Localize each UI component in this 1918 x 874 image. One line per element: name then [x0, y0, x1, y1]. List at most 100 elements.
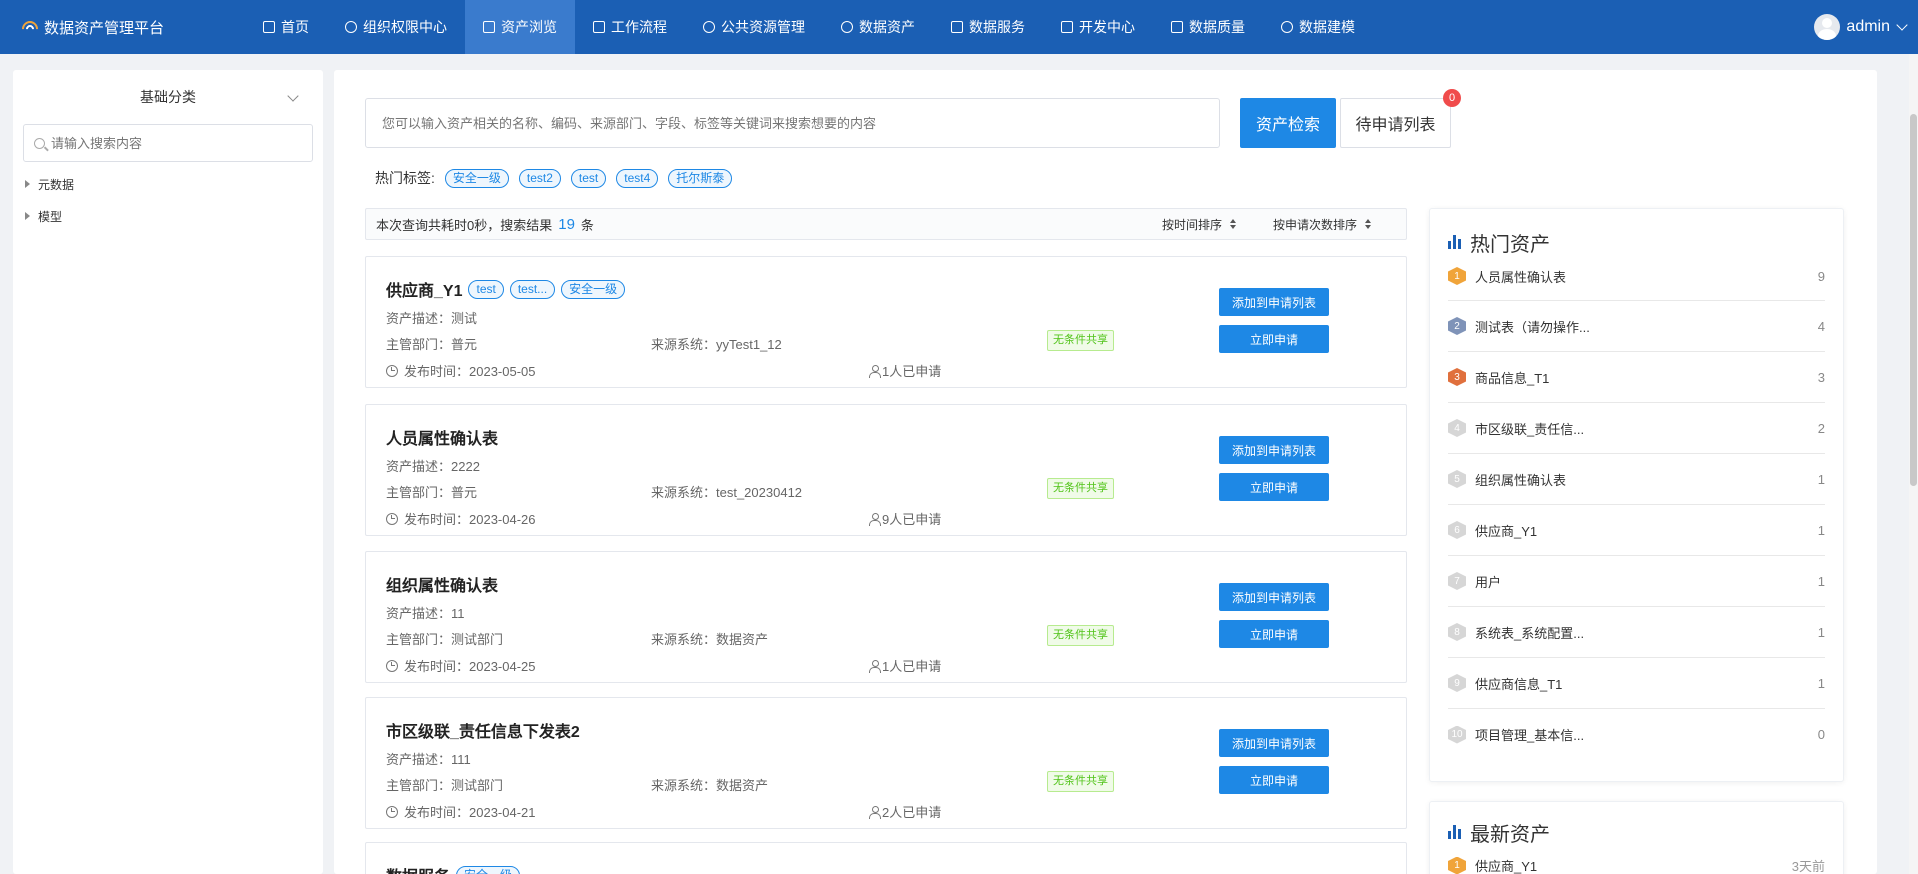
asset-title-row: 市区级联_责任信息下发表2 — [386, 718, 580, 742]
hot-tag[interactable]: 安全一级 — [444, 168, 509, 188]
hot-asset-item[interactable]: 4 市区级联_责任信... 2 — [1448, 403, 1825, 454]
tree-node-metadata[interactable]: 元数据 — [23, 168, 313, 200]
user-name: admin — [1846, 18, 1890, 35]
rank-badge: 10 — [1448, 725, 1466, 744]
new-asset-item[interactable]: 1 供应商_Y1 3天前 — [1448, 856, 1825, 874]
applied-text: 2人已申请 — [882, 805, 942, 820]
scrollbar-thumb[interactable] — [1910, 114, 1917, 486]
asset-publish-date: 发布时间：2023-04-25 — [386, 656, 536, 675]
document-icon — [263, 21, 275, 33]
category-dropdown[interactable]: 基础分类 — [23, 70, 313, 124]
chart-icon — [1171, 21, 1183, 33]
hot-tag[interactable]: test4 — [616, 168, 659, 188]
hot-asset-item[interactable]: 5 组织属性确认表 1 — [1448, 454, 1825, 505]
clock-icon — [386, 659, 398, 672]
category-search-input[interactable] — [51, 135, 291, 151]
caret-right-icon[interactable] — [25, 180, 30, 188]
share-type-badge: 无条件共享 — [1047, 771, 1114, 792]
add-to-apply-list-button[interactable]: 添加到申请列表 — [1219, 729, 1329, 757]
hot-asset-count: 1 — [1817, 522, 1825, 538]
bar-chart-icon — [1448, 235, 1462, 249]
caret-right-icon[interactable] — [25, 212, 30, 220]
nav-item-data-service[interactable]: 数据服务 — [933, 0, 1043, 54]
date-text: 发布时间：2023-04-25 — [404, 659, 536, 674]
nav-item-data-asset[interactable]: 数据资产 — [823, 0, 933, 54]
asset-title-row: 组织属性确认表 — [386, 572, 498, 596]
hot-asset-item[interactable]: 9 供应商信息_T1 1 — [1448, 658, 1825, 709]
list-icon — [483, 21, 495, 33]
hot-tag[interactable]: 托尔斯泰 — [668, 168, 733, 188]
hot-tag[interactable]: test2 — [518, 168, 561, 188]
user-menu[interactable]: admin — [1814, 0, 1908, 54]
hot-asset-item[interactable]: 3 商品信息_T1 3 — [1448, 352, 1825, 403]
hot-asset-item[interactable]: 8 系统表_系统配置... 1 — [1448, 607, 1825, 658]
applied-text: 1人已申请 — [882, 659, 942, 674]
edit-icon — [1061, 21, 1073, 33]
add-to-apply-list-button[interactable]: 添加到申请列表 — [1219, 288, 1329, 316]
hot-asset-count: 1 — [1817, 471, 1825, 487]
nav-item-data-quality[interactable]: 数据质量 — [1153, 0, 1263, 54]
nav-item-dev-center[interactable]: 开发中心 — [1043, 0, 1153, 54]
result-prefix: 本次查询共耗时0秒，搜索结果 — [376, 217, 553, 233]
hot-asset-name: 组织属性确认表 — [1475, 472, 1567, 488]
user-icon — [869, 659, 881, 673]
clock-icon — [386, 805, 398, 818]
asset-search-input[interactable] — [366, 99, 1219, 147]
hot-asset-count: 2 — [1817, 420, 1825, 436]
asset-applied-count: 9人已申请 — [869, 509, 941, 528]
pending-list-button[interactable]: 待申请列表 — [1340, 98, 1451, 148]
nav-item-data-modeling[interactable]: 数据建模 — [1263, 0, 1373, 54]
asset-title[interactable]: 数据服务 — [386, 863, 450, 874]
asset-search-box — [365, 98, 1220, 148]
scale-icon — [593, 21, 605, 33]
hot-asset-name: 人员属性确认表 — [1475, 270, 1567, 285]
apply-now-button[interactable]: 立即申请 — [1219, 325, 1329, 353]
hot-asset-count: 1 — [1817, 573, 1825, 589]
hot-asset-item[interactable]: 1 人员属性确认表 9 — [1448, 267, 1825, 301]
pulse-icon — [951, 21, 963, 33]
nav-item-asset-browse[interactable]: 资产浏览 — [465, 0, 575, 54]
page-scrollbar[interactable] — [1909, 54, 1918, 874]
app-logo[interactable]: 数据资产管理平台 — [0, 17, 245, 41]
hot-asset-item[interactable]: 7 用户 1 — [1448, 556, 1825, 607]
asset-search-button[interactable]: 资产检索 — [1240, 98, 1336, 148]
hot-tag[interactable]: test — [570, 168, 607, 188]
layers-icon — [1281, 21, 1293, 33]
hot-asset-item[interactable]: 6 供应商_Y1 1 — [1448, 505, 1825, 556]
asset-title[interactable]: 组织属性确认表 — [386, 572, 498, 596]
nav-item-workflow[interactable]: 工作流程 — [575, 0, 685, 54]
asset-card: 数据服务 安全一级 — [365, 842, 1407, 874]
hot-assets-list: 1 人员属性确认表 9 2 测试表（请勿操作... 4 3 商品信息_T1 3 4 市区级联_… — [1448, 267, 1825, 760]
asset-tag: test — [468, 279, 504, 299]
asset-title[interactable]: 供应商_Y1 — [386, 277, 462, 301]
sort-by-apply-count[interactable]: 按申请次数排序 — [1273, 209, 1372, 239]
asset-applied-count: 1人已申请 — [869, 361, 941, 380]
avatar — [1814, 14, 1841, 40]
apply-now-button[interactable]: 立即申请 — [1219, 620, 1329, 648]
nav-item-org-permission[interactable]: 组织权限中心 — [327, 0, 465, 54]
asset-title[interactable]: 市区级联_责任信息下发表2 — [386, 718, 580, 742]
add-to-apply-list-button[interactable]: 添加到申请列表 — [1219, 436, 1329, 464]
new-asset-time: 3天前 — [1791, 859, 1825, 874]
hot-asset-name: 用户 — [1475, 574, 1502, 590]
sort-by-time[interactable]: 按时间排序 — [1162, 209, 1237, 239]
hot-assets-title: 热门资产 — [1448, 209, 1825, 267]
nav-item-home[interactable]: 首页 — [245, 0, 327, 54]
asset-department: 主管部门：测试部门 — [386, 778, 504, 793]
rank-badge: 9 — [1448, 674, 1466, 692]
apply-now-button[interactable]: 立即申请 — [1219, 766, 1329, 794]
hot-asset-count: 4 — [1817, 318, 1825, 334]
result-summary-bar: 本次查询共耗时0秒，搜索结果 19 条 按时间排序 按申请次数排序 — [365, 208, 1407, 240]
apply-now-button[interactable]: 立即申请 — [1219, 473, 1329, 501]
tree-node-label: 元数据 — [38, 177, 75, 192]
nav-label: 数据建模 — [1299, 19, 1355, 35]
tree-node-model[interactable]: 模型 — [23, 200, 313, 232]
asset-source-system: 来源系统：数据资产 — [651, 778, 769, 793]
add-to-apply-list-button[interactable]: 添加到申请列表 — [1219, 583, 1329, 611]
nav-label: 资产浏览 — [501, 19, 557, 35]
nav-item-public-resource[interactable]: 公共资源管理 — [685, 0, 823, 54]
hot-asset-item[interactable]: 10 项目管理_基本信... 0 — [1448, 709, 1825, 760]
hot-asset-item[interactable]: 2 测试表（请勿操作... 4 — [1448, 301, 1825, 352]
asset-title[interactable]: 人员属性确认表 — [386, 425, 498, 449]
user-icon — [869, 805, 881, 819]
